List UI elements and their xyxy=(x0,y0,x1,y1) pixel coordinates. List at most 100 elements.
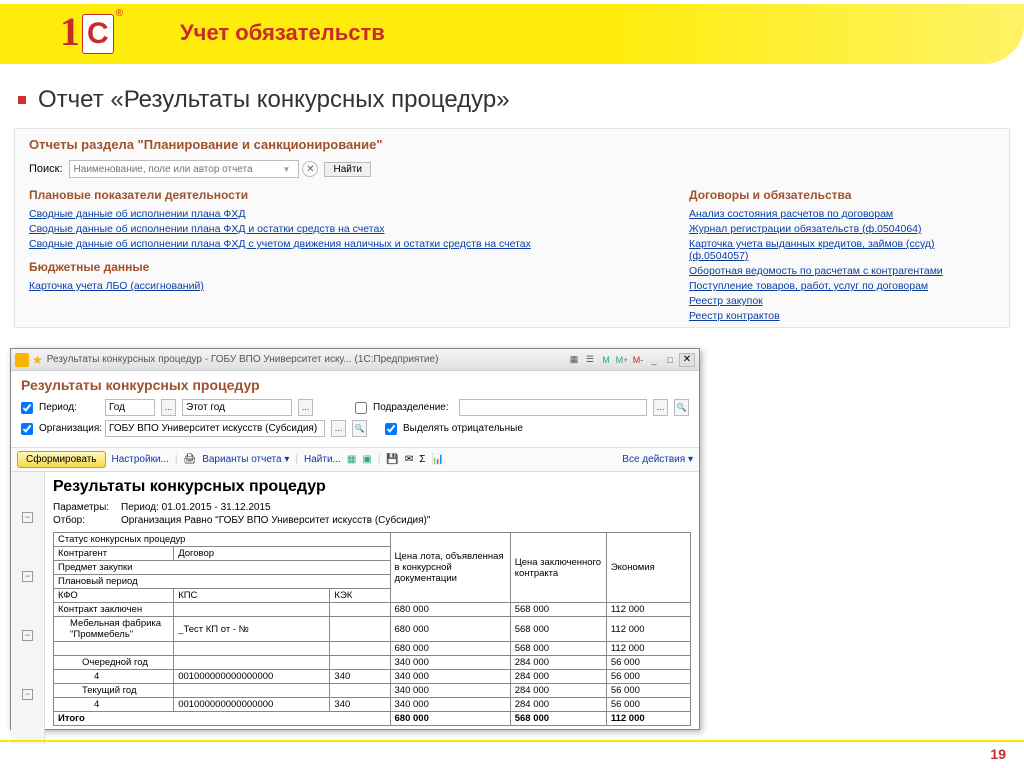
header-highlight xyxy=(0,4,1024,64)
org-picker[interactable]: … xyxy=(331,420,346,437)
chart-icon[interactable]: 📊 xyxy=(431,454,443,465)
toolbar-icon[interactable]: M+ xyxy=(615,353,629,367)
toolbar-icon[interactable]: ☰ xyxy=(583,353,597,367)
params-label: Параметры: xyxy=(53,502,121,513)
subdivision-label: Подразделение: xyxy=(373,402,453,413)
table-row[interactable]: 680 000568 000112 000 xyxy=(54,642,691,656)
table-row[interactable]: Текущий год340 000284 00056 000 xyxy=(54,684,691,698)
collapse-node[interactable]: − xyxy=(22,571,33,582)
th-plan-period: Плановый период xyxy=(54,575,391,589)
report-variants-link[interactable]: Варианты отчета ▾ xyxy=(202,454,289,465)
org-checkbox[interactable] xyxy=(21,423,33,435)
report-parameters: Результаты конкурсных процедур Период: …… xyxy=(11,371,699,448)
org-search-icon[interactable]: 🔍 xyxy=(352,420,367,437)
report-link[interactable]: Сводные данные об исполнении плана ФХД xyxy=(29,208,689,220)
cell: 340 000 xyxy=(390,656,510,670)
tree-column: − − − − xyxy=(11,472,45,744)
form-report-button[interactable]: Сформировать xyxy=(17,451,106,468)
report-body-title: Результаты конкурсных процедур xyxy=(53,478,691,496)
highlight-neg-checkbox[interactable] xyxy=(385,423,397,435)
table-row[interactable]: 4001000000000000000340340 000284 00056 0… xyxy=(54,698,691,712)
table-row[interactable]: Контракт заключен680 000568 000112 000 xyxy=(54,603,691,617)
collapse-node[interactable]: − xyxy=(22,689,33,700)
collapse-node[interactable]: − xyxy=(22,512,33,523)
th-subject: Предмет закупки xyxy=(54,561,391,575)
subdivision-search-icon[interactable]: 🔍 xyxy=(674,399,689,416)
favorite-icon[interactable]: ★ xyxy=(32,353,43,367)
report-link[interactable]: Сводные данные об исполнении плана ФХД с… xyxy=(29,238,689,250)
save-icon[interactable]: 💾 xyxy=(386,454,398,465)
cell: 340 000 xyxy=(390,670,510,684)
subdivision-checkbox[interactable] xyxy=(355,402,367,414)
report-link[interactable]: Анализ состояния расчетов по договорам xyxy=(689,208,995,220)
minimize-button[interactable]: _ xyxy=(647,353,661,367)
report-window: ★ Результаты конкурсных процедур - ГОБУ … xyxy=(10,348,700,730)
all-actions-link[interactable]: Все действия ▾ xyxy=(622,454,693,465)
cell: 56 000 xyxy=(606,698,690,712)
period-value-input[interactable] xyxy=(182,399,292,416)
cell: Текущий год xyxy=(54,684,174,698)
print-icon[interactable]: 🖨 xyxy=(183,454,196,465)
cell: Контракт заключен xyxy=(54,603,174,617)
report-link[interactable]: Карточка учета выданных кредитов, займов… xyxy=(689,238,995,262)
collapse-node[interactable]: − xyxy=(22,630,33,641)
cell: 340 xyxy=(330,698,390,712)
cell: 680 000 xyxy=(390,642,510,656)
report-link[interactable]: Журнал регистрации обязательств (ф.05040… xyxy=(689,223,995,235)
window-titlebar[interactable]: ★ Результаты конкурсных процедур - ГОБУ … xyxy=(11,349,699,371)
cell: 284 000 xyxy=(510,656,606,670)
settings-link[interactable]: Настройки... xyxy=(112,454,169,465)
cell: 340 000 xyxy=(390,684,510,698)
filter-value: Организация Равно "ГОБУ ВПО Университет … xyxy=(121,515,430,526)
report-link[interactable]: Реестр контрактов xyxy=(689,310,995,322)
close-button[interactable]: ✕ xyxy=(679,353,695,367)
page-number: 19 xyxy=(990,746,1006,762)
report-link[interactable]: Оборотная ведомость по расчетам с контра… xyxy=(689,265,995,277)
period-value-picker[interactable]: … xyxy=(298,399,313,416)
clear-search-button[interactable]: ✕ xyxy=(302,161,318,177)
sum-icon[interactable]: Σ xyxy=(419,454,425,465)
search-label: Поиск: xyxy=(29,163,63,175)
table-row[interactable]: 4001000000000000000340340 000284 00056 0… xyxy=(54,670,691,684)
toolbar-icon[interactable]: M xyxy=(599,353,613,367)
period-type-picker[interactable]: … xyxy=(161,399,176,416)
maximize-button[interactable]: □ xyxy=(663,353,677,367)
cell: 340 xyxy=(330,670,390,684)
cell: 284 000 xyxy=(510,698,606,712)
cell: 680 000 xyxy=(390,617,510,642)
period-checkbox[interactable] xyxy=(21,402,33,414)
collapse-icon[interactable]: ▣ xyxy=(362,454,371,465)
section-planned-indicators: Плановые показатели деятельности xyxy=(29,188,689,202)
section-contracts: Договоры и обязательства xyxy=(689,188,995,202)
subdivision-input[interactable] xyxy=(459,399,647,416)
cell: 112 000 xyxy=(606,642,690,656)
cell: 284 000 xyxy=(510,684,606,698)
table-row[interactable]: Мебельная фабрика "Проммебель"_Тест КП о… xyxy=(54,617,691,642)
report-link[interactable]: Реестр закупок xyxy=(689,295,995,307)
footer-line xyxy=(0,740,1024,742)
period-type-input[interactable] xyxy=(105,399,155,416)
find-link[interactable]: Найти... xyxy=(304,454,341,465)
cell xyxy=(330,642,390,656)
highlighted-report-box: Результаты конкурсных процедур xyxy=(689,327,872,328)
toolbar-icon[interactable]: M- xyxy=(631,353,645,367)
mail-icon[interactable]: ✉ xyxy=(405,454,413,465)
report-table: Статус конкурсных процедур Цена лота, об… xyxy=(53,532,691,726)
dropdown-icon[interactable]: ▼ xyxy=(283,165,291,174)
subdivision-picker[interactable]: … xyxy=(653,399,668,416)
expand-icon[interactable]: ▦ xyxy=(347,454,356,465)
find-button[interactable]: Найти xyxy=(324,162,371,177)
report-link[interactable]: Сводные данные об исполнении плана ФХД и… xyxy=(29,223,689,235)
search-input[interactable] xyxy=(69,160,299,178)
cell xyxy=(330,656,390,670)
window-title: Результаты конкурсных процедур - ГОБУ ВП… xyxy=(47,354,567,365)
toolbar-icon[interactable]: ▦ xyxy=(567,353,581,367)
filter-label: Отбор: xyxy=(53,515,121,526)
org-input[interactable] xyxy=(105,420,325,437)
th-lot-price: Цена лота, объявленная в конкурсной доку… xyxy=(390,533,510,603)
total-cell: 680 000 xyxy=(390,712,510,726)
report-content[interactable]: Результаты конкурсных процедур Параметры… xyxy=(45,472,699,744)
report-link[interactable]: Карточка учета ЛБО (ассигнований) xyxy=(29,280,689,292)
report-link[interactable]: Поступление товаров, работ, услуг по дог… xyxy=(689,280,995,292)
table-row[interactable]: Очередной год340 000284 00056 000 xyxy=(54,656,691,670)
